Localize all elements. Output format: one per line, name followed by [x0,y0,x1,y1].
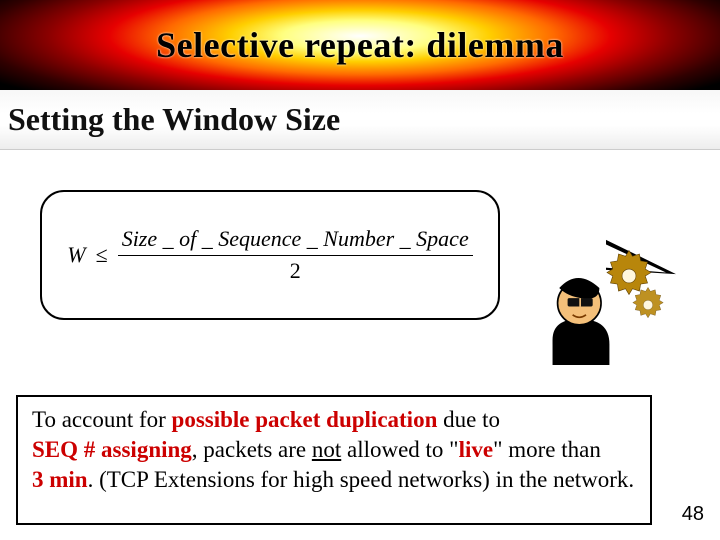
gear-icon [628,285,668,325]
note-text: To account for [32,407,172,432]
title-banner: Selective repeat: dilemma [0,0,720,90]
note-text: due to [437,407,500,432]
formula-fraction: Size _ of _ Sequence _ Number _ Space 2 [118,226,473,284]
formula-callout: W ≤ Size _ of _ Sequence _ Number _ Spac… [40,190,560,320]
note-text: . (TCP Extensions for high speed network… [88,467,635,492]
formula-denominator: 2 [290,256,301,284]
note-box: To account for possible packet duplicati… [16,395,652,525]
formula-numerator: Size _ of _ Sequence _ Number _ Space [118,226,473,255]
note-text: allowed to " [341,437,458,462]
formula: W ≤ Size _ of _ Sequence _ Number _ Spac… [67,226,472,284]
slide-subtitle: Setting the Window Size [8,101,340,138]
subtitle-bar: Setting the Window Size [0,90,720,150]
note-underline: not [312,437,341,462]
formula-lhs: W [67,242,85,268]
thinker-clipart [542,245,672,365]
page-number: 48 [682,503,704,526]
note-highlight: possible packet duplication [172,407,438,432]
formula-box: W ≤ Size _ of _ Sequence _ Number _ Spac… [40,190,500,320]
note-highlight: SEQ # assigning [32,437,192,462]
slide: Selective repeat: dilemma Setting the Wi… [0,0,720,540]
slide-title: Selective repeat: dilemma [156,24,564,66]
note-highlight: live [459,437,494,462]
note-text: , packets are [192,437,312,462]
note-highlight: 3 min [32,467,88,492]
note-text: " more than [493,437,601,462]
person-thinking-icon [542,273,630,365]
formula-operator: ≤ [96,242,108,268]
